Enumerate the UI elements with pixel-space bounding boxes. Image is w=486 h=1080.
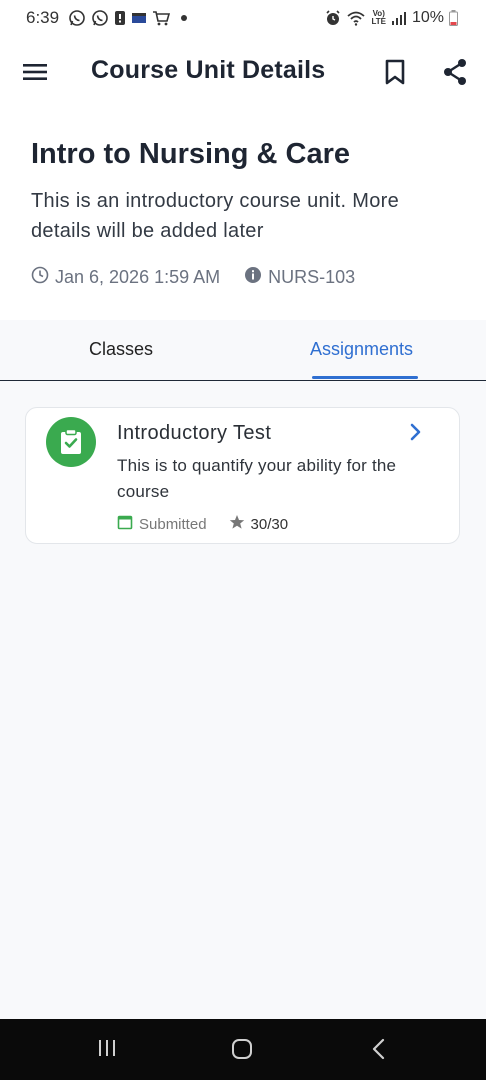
tab-bar: Classes Assignments: [0, 320, 486, 381]
page-title: Course Unit Details: [91, 56, 326, 84]
signal-icon: [391, 11, 407, 25]
share-icon[interactable]: [442, 58, 468, 91]
course-meta: Jan 6, 2026 1:59 AM NURS-103: [31, 266, 355, 289]
tab-indicator: [312, 376, 418, 379]
assignment-title: Introductory Test: [117, 422, 272, 444]
course-date: Jan 6, 2026 1:59 AM: [55, 267, 221, 287]
recent-apps-icon[interactable]: [96, 1037, 118, 1064]
menu-icon[interactable]: [22, 60, 48, 84]
bookmark-icon[interactable]: [384, 58, 406, 91]
system-nav-bar: [0, 1019, 486, 1080]
home-icon[interactable]: [230, 1037, 254, 1066]
tab-assignments[interactable]: Assignments: [310, 339, 413, 360]
assignment-score: 30/30: [250, 515, 289, 533]
clipboard-check-icon: [46, 417, 96, 467]
info-icon: [244, 266, 262, 289]
star-icon: [229, 514, 245, 534]
course-header: Intro to Nursing & Care This is an intro…: [0, 108, 486, 320]
status-time: 6:39: [26, 8, 60, 27]
status-bar: 6:39 Vo) LTE 10%: [0, 0, 486, 36]
alarm-icon: [325, 10, 341, 26]
assignment-card[interactable]: Introductory Test This is to quantify yo…: [25, 407, 460, 544]
notification-icon: [114, 10, 126, 26]
whatsapp-icon: [68, 9, 86, 27]
assignment-status: Submitted: [139, 515, 207, 533]
tab-classes[interactable]: Classes: [89, 339, 153, 360]
wifi-icon: [346, 10, 366, 26]
battery-icon: [449, 10, 458, 26]
course-description: This is an introductory course unit. Mor…: [31, 190, 400, 242]
back-icon[interactable]: [368, 1037, 390, 1066]
volte-icon: Vo) LTE: [371, 9, 386, 26]
assignment-description: This is to quantify your ability for the…: [117, 456, 397, 501]
clock-icon: [31, 266, 49, 289]
whatsapp-icon: [91, 9, 109, 27]
app-bar: Course Unit Details: [0, 36, 486, 108]
battery-percent: 10%: [411, 9, 444, 26]
email-icon: [131, 11, 147, 25]
calendar-icon: [117, 514, 133, 534]
assignment-status-row: Submitted 30/30: [117, 514, 288, 534]
dot-icon: [181, 15, 188, 21]
chevron-right-icon[interactable]: [409, 422, 423, 447]
course-code: NURS-103: [268, 267, 356, 287]
cart-icon: [152, 10, 171, 26]
course-title: Intro to Nursing & Care: [31, 138, 351, 170]
